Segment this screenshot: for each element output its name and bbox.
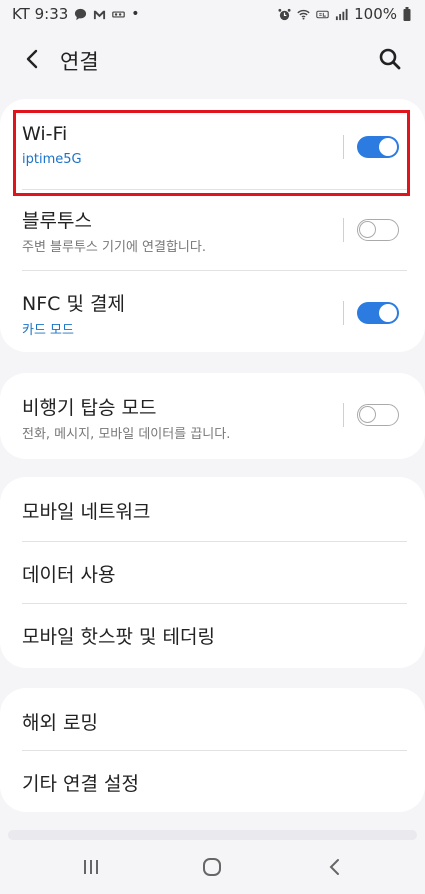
airplane-row[interactable]: 비행기 탑승 모드 전화, 메시지, 모바일 데이터를 끕니다. <box>0 373 425 459</box>
alarm-icon <box>278 8 291 20</box>
status-bar: KT 9:33 • 100% <box>0 0 425 28</box>
more-settings-title: 기타 연결 설정 <box>22 773 139 795</box>
toggle-knob <box>359 221 376 238</box>
more-settings-row[interactable]: 기타 연결 설정 <box>0 751 425 812</box>
nfc-row[interactable]: NFC 및 결제 카드 모드 <box>0 271 425 351</box>
bluetooth-toggle[interactable] <box>357 219 399 241</box>
wifi-highlight-box <box>13 110 410 196</box>
nfc-toggle[interactable] <box>357 302 399 324</box>
data-usage-row[interactable]: 데이터 사용 <box>0 542 425 603</box>
battery-level: 100% <box>354 5 397 23</box>
bluetooth-row[interactable]: 블루투스 주변 블루투스 기기에 연결합니다. <box>0 190 425 270</box>
more-card: 해외 로밍 기타 연결 설정 <box>0 688 425 812</box>
toggle-knob <box>359 406 376 423</box>
dot-icon: • <box>131 6 140 22</box>
app-header: 연결 <box>0 34 425 86</box>
network-card: 모바일 네트워크 데이터 사용 모바일 핫스팟 및 테더링 <box>0 477 425 668</box>
battery-icon <box>403 7 411 21</box>
hotspot-row[interactable]: 모바일 핫스팟 및 테더링 <box>0 604 425 668</box>
airplane-subtitle: 전화, 메시지, 모바일 데이터를 끕니다. <box>22 427 231 442</box>
next-card-edge <box>8 830 417 840</box>
roaming-title: 해외 로밍 <box>22 712 98 734</box>
data-usage-title: 데이터 사용 <box>22 564 116 586</box>
volte-icon <box>316 10 329 18</box>
wifi-signal-icon <box>297 9 310 20</box>
airplane-card: 비행기 탑승 모드 전화, 메시지, 모바일 데이터를 끕니다. <box>0 373 425 459</box>
separator <box>343 301 344 325</box>
chat-icon <box>75 8 87 20</box>
home-icon[interactable] <box>195 850 229 884</box>
navigation-bar <box>0 840 425 894</box>
mobile-network-row[interactable]: 모바일 네트워크 <box>0 477 425 541</box>
status-left: KT 9:33 • <box>12 5 140 23</box>
separator <box>343 403 344 427</box>
separator <box>343 218 344 242</box>
carrier-time: KT 9:33 <box>12 5 69 23</box>
nfc-title: NFC 및 결제 <box>22 293 125 315</box>
hotspot-title: 모바일 핫스팟 및 테더링 <box>22 626 215 648</box>
back-arrow-icon[interactable] <box>18 44 48 74</box>
airplane-toggle[interactable] <box>357 404 399 426</box>
gmail-icon <box>94 10 106 19</box>
bluetooth-subtitle: 주변 블루투스 기기에 연결합니다. <box>22 240 206 255</box>
status-right: 100% <box>278 5 411 23</box>
recent-apps-icon[interactable] <box>74 850 108 884</box>
toggle-knob <box>379 304 397 322</box>
roaming-row[interactable]: 해외 로밍 <box>0 688 425 750</box>
cell-signal-icon <box>336 8 348 20</box>
back-nav-icon[interactable] <box>318 850 352 884</box>
nfc-subtitle: 카드 모드 <box>22 323 74 338</box>
mobile-network-title: 모바일 네트워크 <box>22 501 151 523</box>
airplane-title: 비행기 탑승 모드 <box>22 397 157 419</box>
bluetooth-title: 블루투스 <box>22 210 92 232</box>
app-icon <box>112 10 126 18</box>
search-icon[interactable] <box>375 44 405 74</box>
page-title: 연결 <box>60 50 99 74</box>
